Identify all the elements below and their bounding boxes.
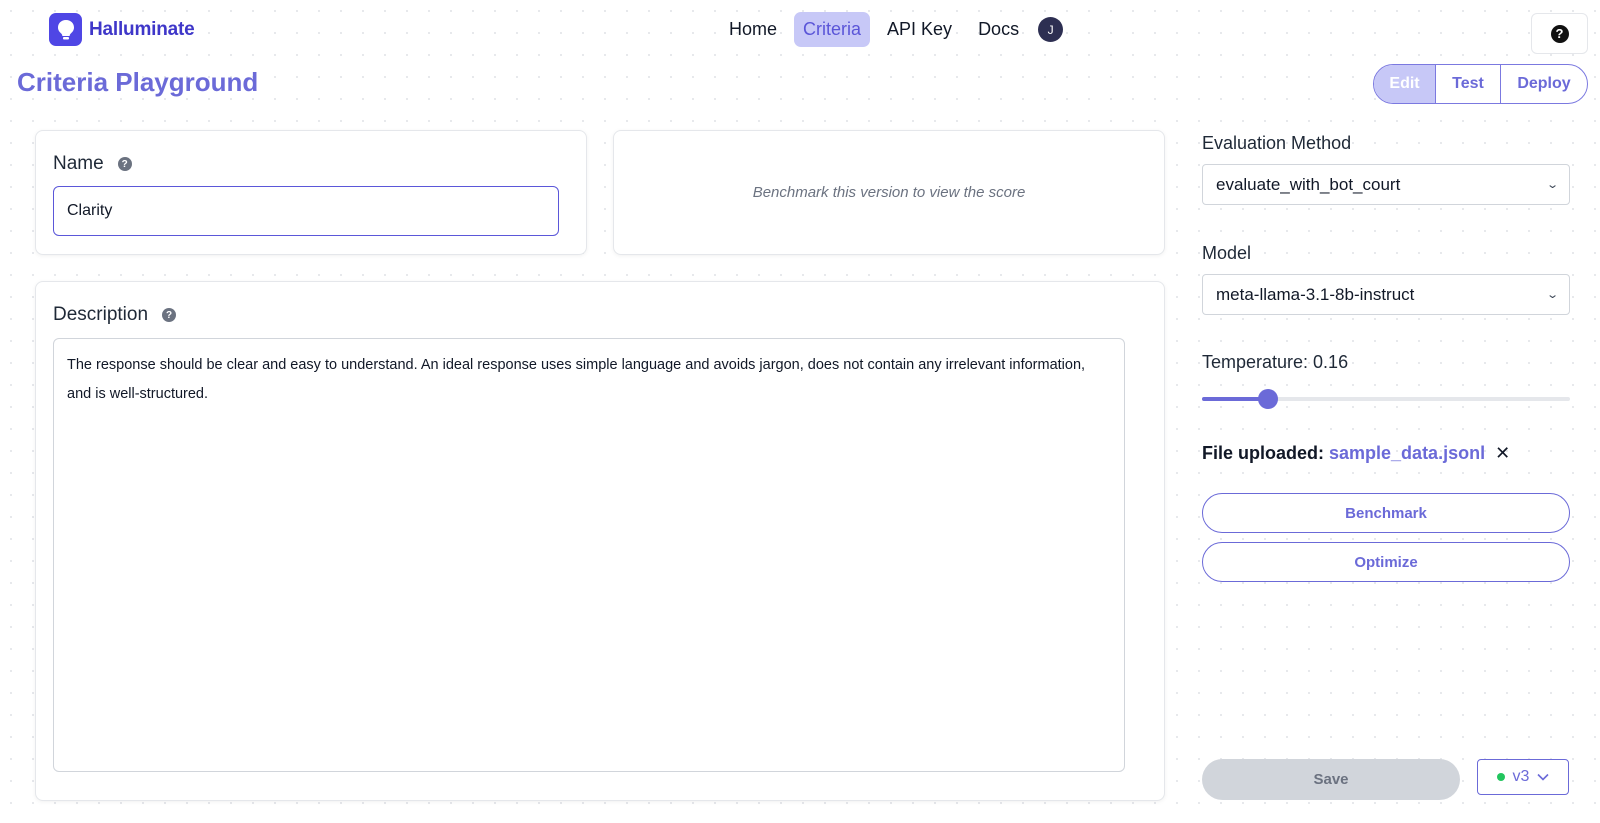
- name-label-row: Name ?: [53, 153, 132, 175]
- name-input[interactable]: [53, 186, 559, 236]
- nav-item-docs[interactable]: Docs: [969, 12, 1028, 47]
- app-name: Halluminate: [89, 18, 195, 40]
- description-label-row: Description ?: [53, 304, 177, 326]
- avatar[interactable]: J: [1038, 17, 1064, 42]
- chevron-down-icon: [1537, 773, 1550, 781]
- description-help-icon[interactable]: ?: [162, 308, 177, 322]
- nav-item-api-key[interactable]: API Key: [878, 12, 961, 47]
- evaluation-method-label: Evaluation Method: [1202, 133, 1352, 153]
- file-upload-row: File uploaded: sample_data.jsonl ✕: [1202, 443, 1510, 464]
- mode-toggle-group: Edit Test Deploy: [1373, 64, 1588, 104]
- chevron-down-icon: ⌄: [1545, 179, 1559, 191]
- name-card: Name ?: [35, 130, 587, 255]
- evaluation-method-value: evaluate_with_bot_court: [1216, 174, 1401, 194]
- save-button[interactable]: Save: [1202, 759, 1460, 800]
- name-help-icon[interactable]: ?: [117, 157, 132, 171]
- version-select[interactable]: v3: [1477, 759, 1569, 795]
- app-logo[interactable]: Halluminate: [49, 13, 195, 46]
- model-select[interactable]: meta-llama-3.1-8b-instruct ⌄: [1202, 274, 1570, 315]
- description-label: Description: [53, 304, 149, 325]
- name-label: Name: [53, 153, 104, 174]
- help-button[interactable]: ?: [1531, 13, 1588, 54]
- evaluation-method-select[interactable]: evaluate_with_bot_court ⌄: [1202, 164, 1570, 205]
- close-icon[interactable]: ✕: [1495, 443, 1510, 464]
- tab-deploy[interactable]: Deploy: [1501, 65, 1587, 103]
- file-name-link[interactable]: sample_data.jsonl: [1329, 443, 1485, 464]
- temperature-slider[interactable]: [1202, 389, 1570, 409]
- file-uploaded-label: File uploaded:: [1202, 443, 1325, 463]
- tab-edit[interactable]: Edit: [1374, 65, 1436, 103]
- nav-item-criteria[interactable]: Criteria: [794, 12, 871, 47]
- temperature-label: Temperature: 0.16: [1202, 352, 1349, 372]
- question-circle-icon: ?: [1550, 24, 1569, 43]
- version-label: v3: [1512, 768, 1530, 785]
- temperature-slider-handle[interactable]: [1257, 389, 1278, 409]
- nav-item-home[interactable]: Home: [720, 12, 786, 47]
- model-value: meta-llama-3.1-8b-instruct: [1216, 284, 1415, 304]
- tab-test[interactable]: Test: [1436, 65, 1501, 103]
- benchmark-button[interactable]: Benchmark: [1202, 493, 1570, 533]
- status-dot-icon: [1496, 773, 1505, 781]
- chevron-down-icon: ⌄: [1545, 289, 1559, 301]
- description-textarea[interactable]: The response should be clear and easy to…: [53, 338, 1125, 772]
- score-card: Benchmark this version to view the score: [613, 130, 1165, 255]
- top-nav: Home Criteria API Key Docs J: [720, 12, 1064, 47]
- description-card: Description ? The response should be cle…: [35, 281, 1165, 801]
- page-title: Criteria Playground: [17, 67, 259, 97]
- score-placeholder: Benchmark this version to view the score: [752, 184, 1026, 201]
- lightbulb-icon: [49, 13, 82, 46]
- model-label: Model: [1202, 243, 1252, 263]
- optimize-button[interactable]: Optimize: [1202, 542, 1570, 582]
